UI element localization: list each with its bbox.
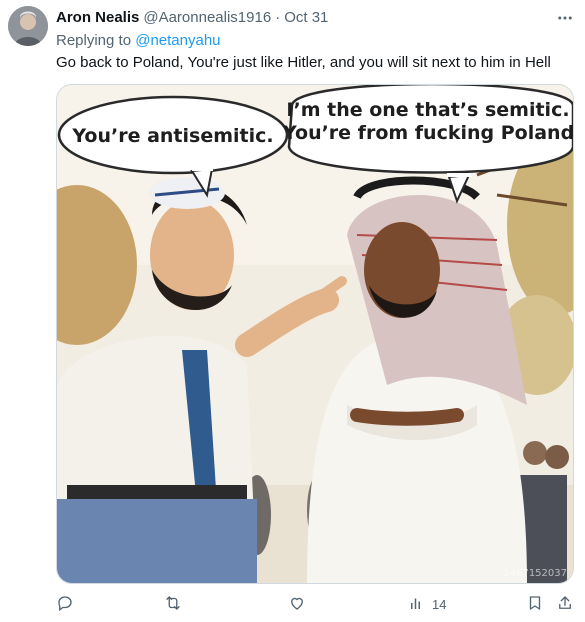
- image-watermark: 2467152037: [503, 568, 567, 579]
- share-icon: [556, 594, 574, 615]
- tweet-header: Aron Nealis @Aaronnealis1916 · Oct 31: [56, 8, 328, 28]
- like-icon: [288, 594, 306, 615]
- speech-bubble-right-line2: You’re from fucking Poland: [283, 121, 574, 144]
- views-icon: [408, 594, 426, 615]
- more-icon[interactable]: [555, 8, 575, 28]
- speech-bubble-left: You’re antisemitic.: [72, 125, 274, 147]
- tweet-text: Go back to Poland, You're just like Hitl…: [56, 54, 551, 71]
- mention-link[interactable]: @netanyahu: [135, 32, 220, 49]
- separator-dot: ·: [275, 9, 281, 26]
- speech-bubble-right: I’m the one that’s semitic. You’re from …: [283, 99, 573, 145]
- views-count: 14: [432, 596, 447, 612]
- bookmark-icon: [526, 594, 544, 615]
- views-button[interactable]: 14: [408, 592, 446, 616]
- like-button[interactable]: [288, 592, 306, 616]
- author-handle[interactable]: @Aaronnealis1916: [143, 8, 271, 28]
- reply-button[interactable]: [56, 592, 74, 616]
- share-button[interactable]: [556, 592, 574, 616]
- replying-prefix: Replying to: [56, 32, 136, 49]
- author-name[interactable]: Aron Nealis: [56, 8, 139, 28]
- retweet-button[interactable]: [164, 592, 182, 616]
- avatar[interactable]: [8, 6, 48, 46]
- speech-bubble-right-line1: I’m the one that’s semitic.: [286, 99, 570, 121]
- tweet-image[interactable]: You’re antisemitic. I’m the one that’s s…: [56, 84, 574, 584]
- tweet-date[interactable]: Oct 31: [284, 8, 328, 28]
- cartoon-illustration: [57, 85, 573, 583]
- tweet-card[interactable]: Aron Nealis @Aaronnealis1916 · Oct 31 Re…: [0, 0, 585, 622]
- replying-to: Replying to @netanyahu: [56, 31, 221, 51]
- bookmark-button[interactable]: [526, 592, 544, 616]
- reply-icon: [56, 594, 74, 615]
- action-bar: 14: [56, 592, 576, 616]
- retweet-icon: [164, 594, 182, 615]
